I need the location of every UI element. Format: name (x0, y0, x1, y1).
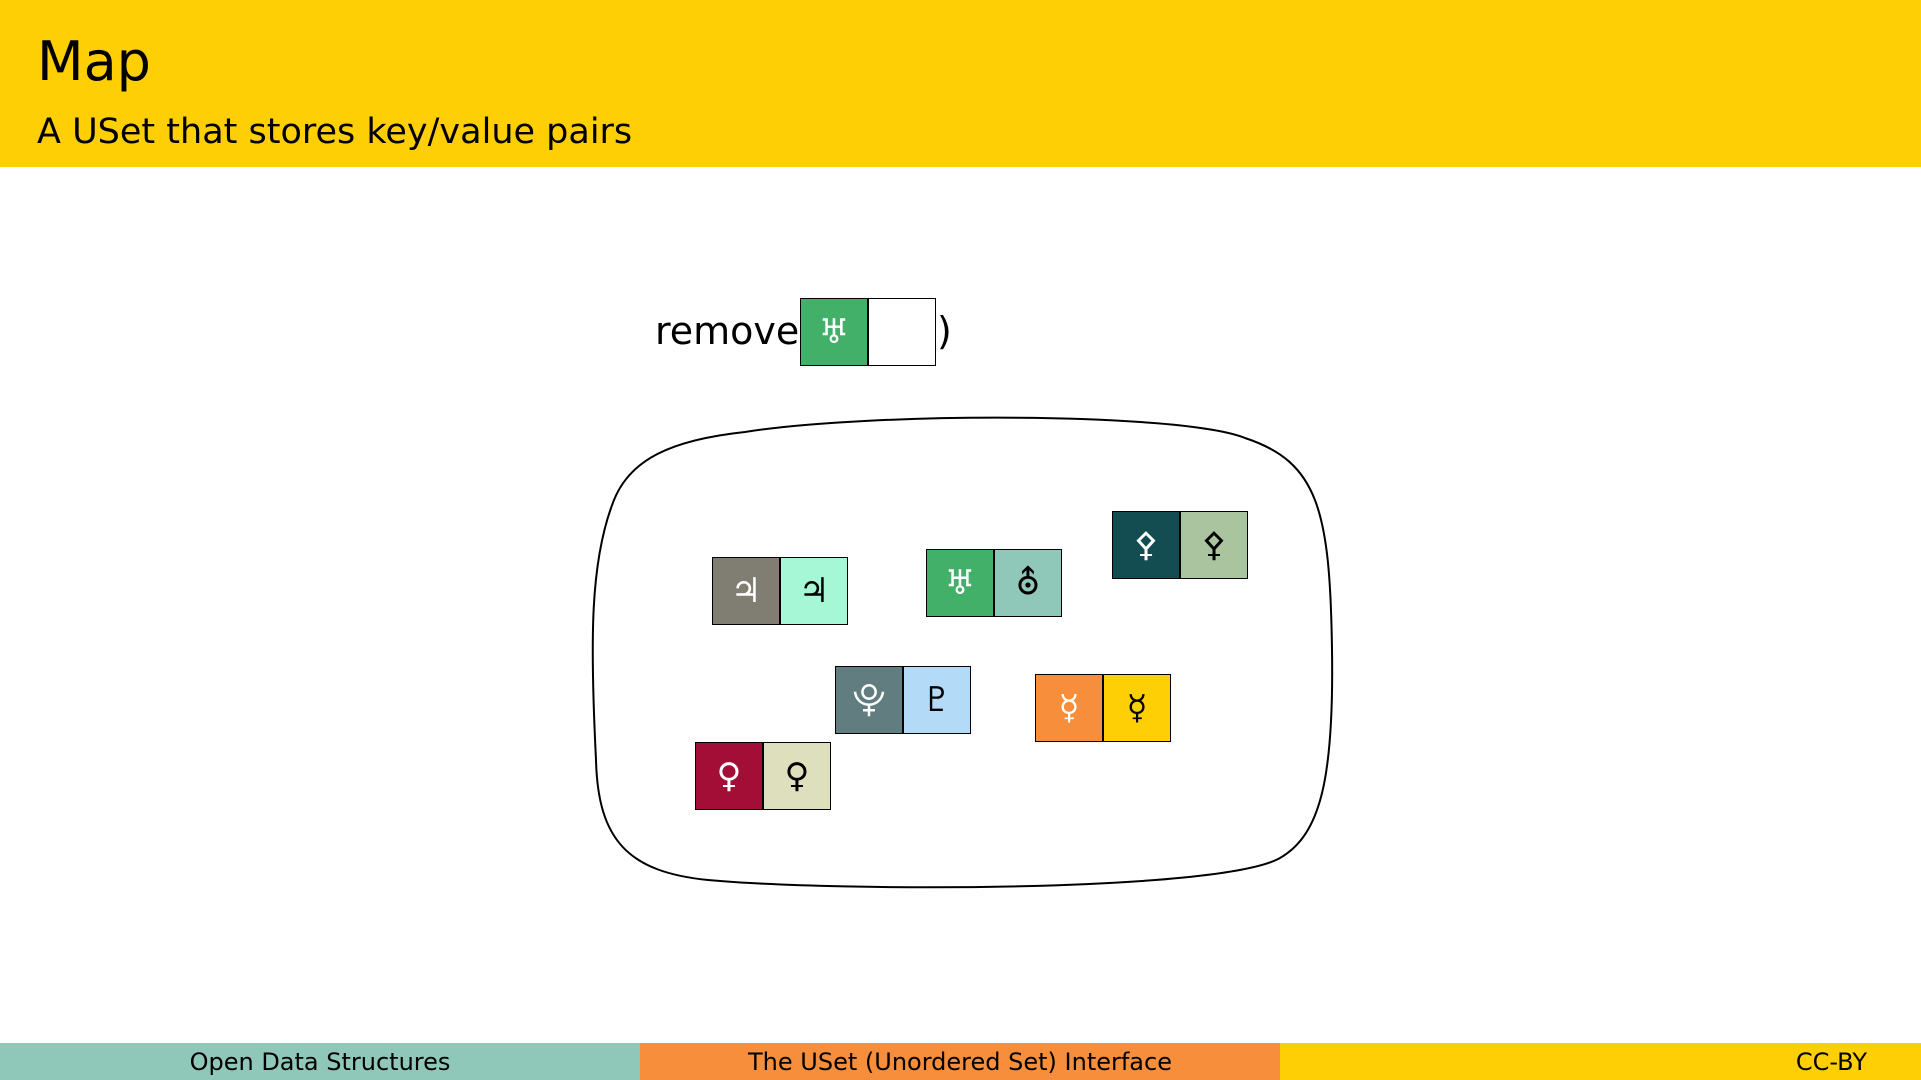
pair-value-cell: ♇ (903, 666, 971, 734)
footer-section-title: The USet (Unordered Set) Interface (640, 1043, 1280, 1080)
pair-key-cell: ⯓ (835, 666, 903, 734)
pair-key-cell: ☿ (1035, 674, 1103, 742)
pair-key-cell: ♅ (926, 549, 994, 617)
footer-book-title: Open Data Structures (0, 1043, 640, 1080)
pair-value-cell: ♃ (780, 557, 848, 625)
pair-key-cell: ♃ (712, 557, 780, 625)
pair-key-cell: ♀ (695, 742, 763, 810)
pair-key-cell: ⚴ (1112, 511, 1180, 579)
pair-value-cell: ⛢ (994, 549, 1062, 617)
pair-value-cell: ⚴ (1180, 511, 1248, 579)
footer-bar: Open Data Structures The USet (Unordered… (0, 1043, 1921, 1080)
pair-value-cell: ☿ (1103, 674, 1171, 742)
pair-value-cell: ♀ (763, 742, 831, 810)
footer-license: CC-BY (1280, 1043, 1921, 1080)
set-container-outline (591, 416, 1334, 889)
